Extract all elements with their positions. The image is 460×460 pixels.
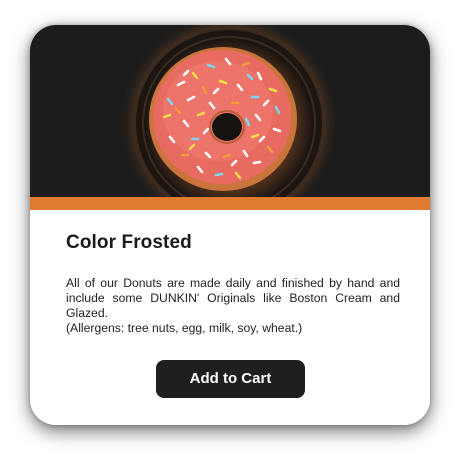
product-card: Color Frosted All of our Donuts are made… [30, 25, 430, 425]
accent-band [30, 197, 430, 210]
product-title: Color Frosted [66, 232, 192, 253]
page-background: Color Frosted All of our Donuts are made… [0, 0, 460, 460]
description-body: All of our Donuts are made daily and fin… [66, 276, 400, 320]
donut-image [149, 47, 297, 191]
allergens-note: (Allergens: tree nuts, egg, milk, soy, w… [66, 321, 303, 335]
product-details: Color Frosted All of our Donuts are made… [30, 210, 430, 425]
add-to-cart-button[interactable]: Add to Cart [156, 360, 305, 398]
product-description: All of our Donuts are made daily and fin… [66, 276, 400, 336]
donut-hole [212, 113, 242, 141]
product-image-panel [30, 25, 430, 197]
